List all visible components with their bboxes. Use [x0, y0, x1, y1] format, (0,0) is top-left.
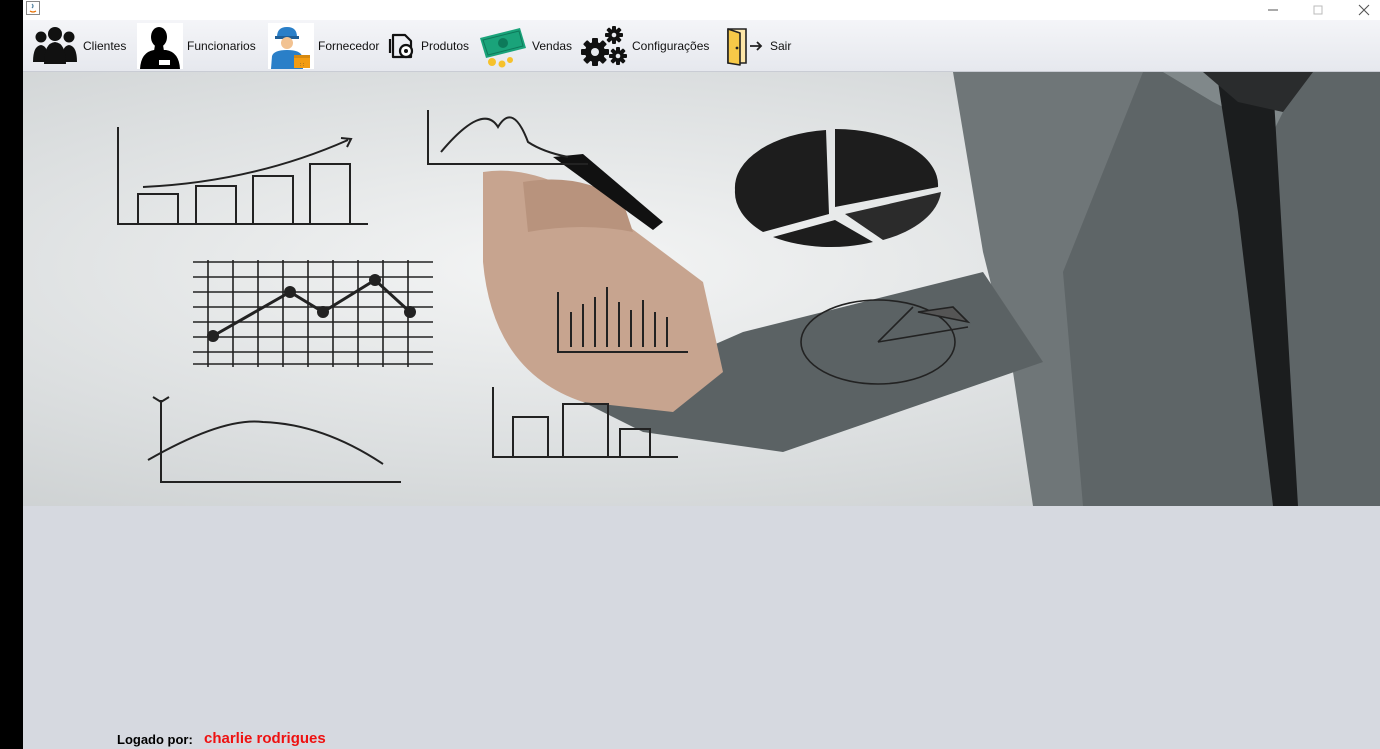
title-bar	[23, 0, 1380, 20]
supplier-icon: : :	[268, 22, 314, 69]
close-icon	[1358, 4, 1370, 16]
users-icon	[31, 24, 79, 68]
menu-clientes[interactable]: Clientes	[31, 20, 126, 71]
java-app-icon	[26, 1, 40, 15]
menu-produtos[interactable]: Produtos	[387, 20, 469, 71]
menu-configuracoes[interactable]: Configurações	[580, 20, 709, 71]
menu-configuracoes-label: Configurações	[632, 38, 710, 53]
menu-funcionarios[interactable]: Funcionarios	[137, 20, 256, 71]
maximize-icon	[1313, 5, 1323, 15]
close-button[interactable]	[1341, 0, 1380, 20]
logged-label: Logado por:	[117, 732, 193, 747]
menu-produtos-label: Produtos	[421, 38, 470, 53]
menu-bar: Clientes Funcionarios : : Fornecedor Pro…	[23, 20, 1380, 72]
menu-vendas[interactable]: Vendas	[478, 20, 572, 71]
main-content-area: Logado por: charlie rodrigues	[23, 506, 1380, 749]
menu-clientes-label: Clientes	[83, 38, 127, 53]
menu-fornecedor-label: Fornecedor	[318, 38, 380, 53]
menu-funcionarios-label: Funcionarios	[187, 38, 256, 53]
gears-icon	[580, 24, 628, 68]
logged-user-name: charlie rodrigues	[204, 730, 326, 747]
menu-vendas-label: Vendas	[532, 38, 573, 53]
products-icon	[387, 31, 417, 61]
menu-fornecedor[interactable]: : : Fornecedor	[268, 20, 379, 71]
exit-door-icon	[724, 26, 766, 66]
minimize-button[interactable]	[1250, 0, 1296, 20]
svg-text:: :: : :	[300, 62, 304, 68]
money-icon	[478, 24, 528, 68]
banner-image	[23, 72, 1380, 506]
employee-icon	[137, 22, 183, 69]
menu-sair[interactable]: Sair	[724, 20, 791, 71]
minimize-icon	[1268, 9, 1278, 11]
maximize-button[interactable]	[1295, 0, 1341, 20]
menu-sair-label: Sair	[770, 38, 792, 53]
left-border	[0, 0, 23, 749]
